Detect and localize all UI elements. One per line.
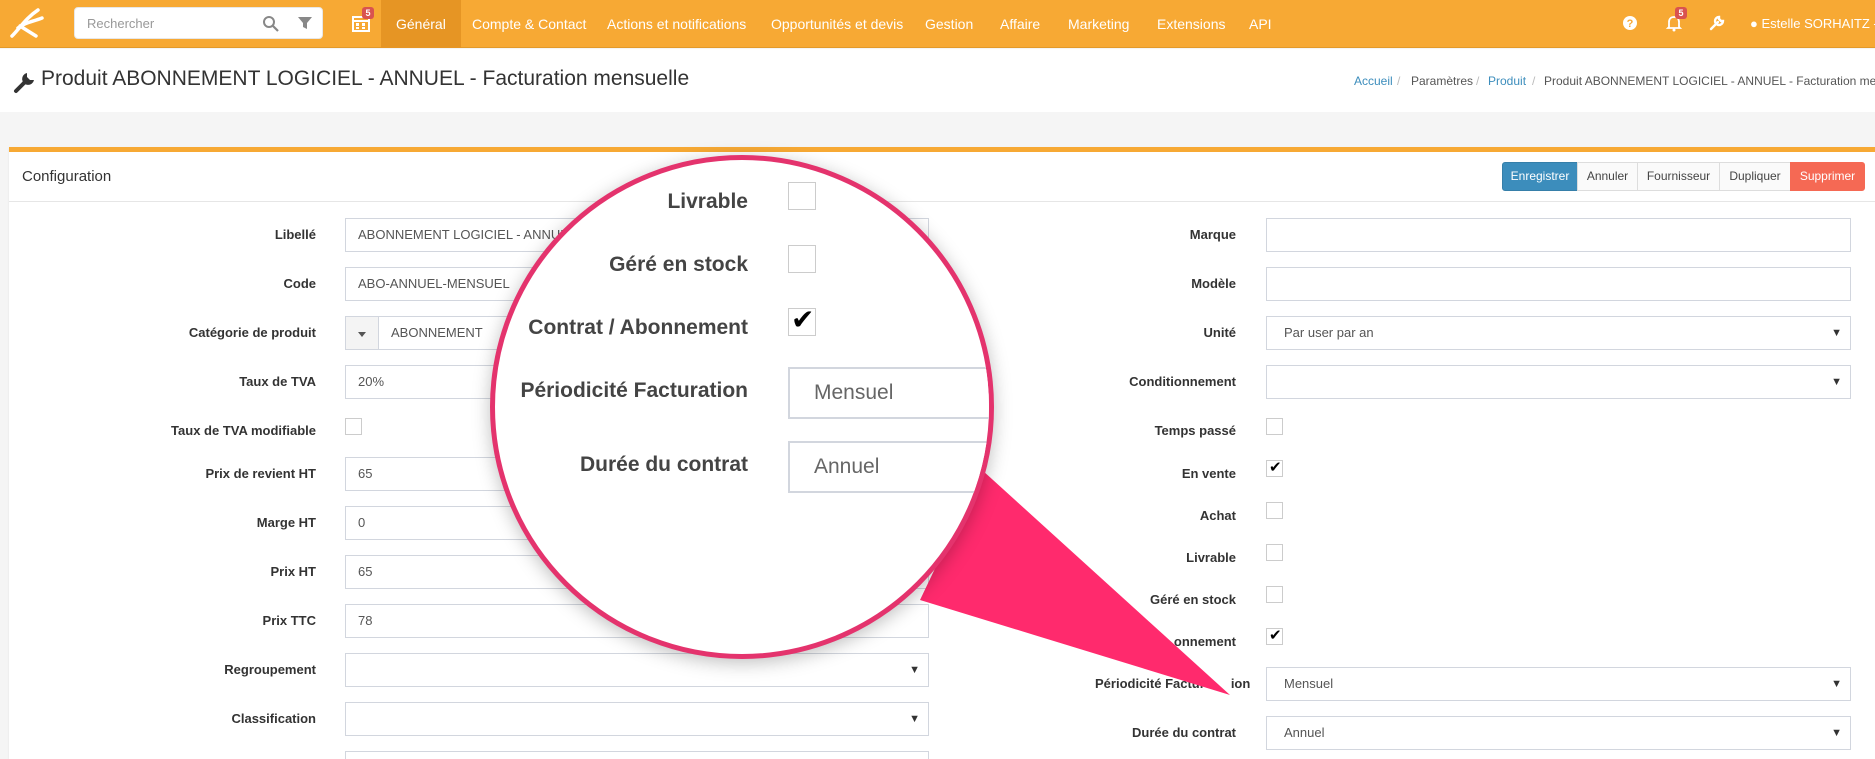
libelle-label: Libellé — [274, 227, 316, 242]
chevron-down-icon: ▼ — [1831, 678, 1842, 690]
modele-input[interactable] — [1266, 267, 1851, 301]
user-icon: ● — [1750, 16, 1762, 31]
zoom-livrable-checkbox — [788, 182, 816, 210]
nav-api[interactable]: API — [1249, 0, 1272, 48]
duplicate-button[interactable]: Dupliquer — [1719, 162, 1791, 191]
temps-passe-checkbox[interactable] — [1266, 418, 1283, 435]
temps-passe-label: Temps passé — [1154, 423, 1236, 438]
breadcrumb-current: Produit ABONNEMENT LOGICIEL - ANNUEL - F… — [1544, 74, 1875, 88]
zoom-periodicite-value: Mensuel — [788, 367, 989, 419]
breadcrumb-product[interactable]: Produit — [1488, 74, 1526, 88]
zoom-gere-stock-label: Géré en stock — [609, 253, 748, 276]
conditionnement-select[interactable]: ▼ — [1266, 365, 1851, 399]
nav-opportunites-devis[interactable]: Opportunités et devis — [771, 0, 903, 48]
magnifier-callout: Livrable Géré en stock Contrat / Abonnem… — [490, 155, 994, 659]
regroupement-label: Regroupement — [224, 662, 316, 677]
tva-label: Taux de TVA — [239, 374, 316, 389]
breadcrumb-params: Paramètres — [1411, 74, 1474, 88]
nav-compte-contact[interactable]: Compte & Contact — [472, 0, 586, 48]
chevron-down-icon: ▼ — [909, 664, 920, 676]
gere-stock-checkbox[interactable] — [1266, 586, 1283, 603]
categorie-label: Catégorie de produit — [188, 325, 316, 340]
livrable-label: Livrable — [1186, 550, 1236, 565]
delete-button[interactable]: Supprimer — [1790, 162, 1865, 191]
zoom-contrat-label: Contrat / Abonnement — [528, 316, 748, 339]
breadcrumb-separator: / — [1397, 74, 1401, 88]
calendar-badge: 5 — [362, 7, 374, 19]
help-icon[interactable]: ? — [1621, 14, 1639, 32]
zoom-livrable-label: Livrable — [667, 190, 748, 213]
chevron-down-icon: ▼ — [909, 713, 920, 725]
zoom-duree-label: Durée du contrat — [579, 453, 748, 476]
nav-affaire[interactable]: Affaire — [1000, 0, 1040, 48]
search-input[interactable] — [87, 8, 267, 38]
zoom-gere-stock-checkbox — [788, 245, 816, 273]
contrat-label: onnement — [1173, 634, 1236, 649]
modele-label: Modèle — [1191, 276, 1236, 291]
achat-label: Achat — [1199, 508, 1236, 523]
breadcrumb-home[interactable]: Accueil — [1354, 74, 1393, 88]
tva-modifiable-label: Taux de TVA modifiable — [171, 423, 316, 438]
save-button[interactable]: Enregistrer — [1502, 162, 1578, 191]
periodicite-label: Périodicité Factur ion — [1095, 676, 1251, 691]
marge-label: Marge HT — [256, 515, 316, 530]
zoom-contrat-checkbox — [788, 303, 816, 336]
page-title: Produit ABONNEMENT LOGICIEL - ANNUEL - F… — [41, 67, 690, 90]
duree-label: Durée du contrat — [1131, 725, 1236, 740]
conditionnement-label: Conditionnement — [1129, 374, 1236, 389]
user-menu[interactable]: ● Estelle SORHAITZ - — [1750, 0, 1875, 48]
wrench-icon[interactable] — [1708, 14, 1726, 32]
tva-modifiable-checkbox[interactable] — [345, 418, 362, 435]
search-box — [74, 7, 323, 39]
periodicite-select[interactable]: Mensuel ▼ — [1266, 667, 1851, 701]
zoom-duree-value: Annuel — [788, 441, 989, 493]
prix-ttc-label: Prix TTC — [262, 613, 316, 628]
breadcrumb-separator: / — [1476, 74, 1480, 88]
zoom-periodicite-label: Périodicité Facturation — [520, 379, 748, 402]
chevron-down-icon: ▼ — [1831, 327, 1842, 339]
svg-text:?: ? — [1627, 18, 1634, 30]
classification-select[interactable]: ▼ — [345, 702, 929, 736]
unite-label: Unité — [1203, 325, 1237, 340]
prix-ht-label: Prix HT — [270, 564, 316, 579]
en-vente-label: En vente — [1181, 466, 1236, 481]
achat-checkbox[interactable] — [1266, 502, 1283, 519]
code-label: Code — [283, 276, 317, 291]
panel-title: Configuration — [22, 168, 112, 185]
nav-extensions[interactable]: Extensions — [1157, 0, 1225, 48]
notification-badge: 5 — [1675, 7, 1687, 19]
en-vente-checkbox[interactable] — [1266, 458, 1283, 477]
regroupement-select[interactable]: ▼ — [345, 653, 929, 687]
unite-select[interactable]: Par user par an ▼ — [1266, 316, 1851, 350]
nav-actions-notifications[interactable]: Actions et notifications — [607, 0, 746, 48]
livrable-checkbox[interactable] — [1266, 544, 1283, 561]
next-field-input[interactable] — [345, 751, 929, 759]
nav-gestion[interactable]: Gestion — [925, 0, 973, 48]
categorie-dropdown-toggle[interactable] — [345, 316, 379, 350]
classification-label: Classification — [231, 711, 316, 726]
user-name: Estelle SORHAITZ - — [1761, 16, 1875, 31]
contrat-checkbox[interactable] — [1266, 626, 1283, 645]
search-icon[interactable] — [262, 15, 280, 33]
duree-select[interactable]: Annuel ▼ — [1266, 716, 1851, 750]
chevron-down-icon: ▼ — [1831, 376, 1842, 388]
filter-icon[interactable] — [297, 15, 313, 31]
wrench-icon — [14, 73, 34, 93]
supplier-button[interactable]: Fournisseur — [1637, 162, 1720, 191]
marque-input[interactable] — [1266, 218, 1851, 252]
chevron-down-icon: ▼ — [1831, 727, 1842, 739]
app-logo[interactable] — [6, 6, 46, 40]
breadcrumb-separator: / — [1532, 74, 1536, 88]
nav-general[interactable]: Général — [381, 0, 461, 48]
cancel-button[interactable]: Annuler — [1577, 162, 1638, 191]
gere-stock-label: Géré en stock — [1150, 592, 1236, 607]
nav-marketing[interactable]: Marketing — [1068, 0, 1129, 48]
marque-label: Marque — [1189, 227, 1236, 242]
prix-revient-label: Prix de revient HT — [205, 466, 316, 481]
